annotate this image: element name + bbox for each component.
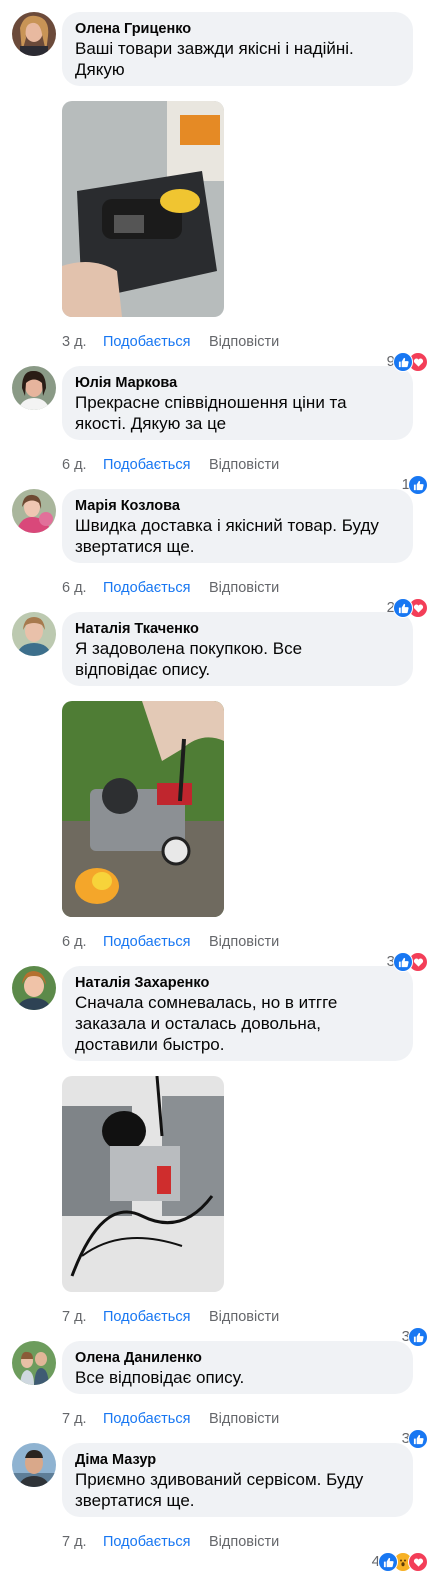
comment-author[interactable]: Олена Даниленко: [75, 1349, 400, 1367]
like-button[interactable]: Подобається: [103, 932, 190, 952]
thumbs-up-icon: [408, 1429, 428, 1449]
comment-actions: 6 д. Подобається Відповісти 3: [62, 932, 428, 972]
reply-button[interactable]: Відповісти: [209, 578, 279, 598]
thumbs-up-icon: [393, 952, 413, 972]
comment-text: Швидка доставка і якісний товар. Буду зв…: [75, 516, 379, 556]
avatar[interactable]: [12, 1341, 56, 1385]
comment-time[interactable]: 7 д.: [62, 1534, 87, 1550]
reply-button[interactable]: Відповісти: [209, 455, 279, 475]
reply-button[interactable]: Відповісти: [209, 932, 279, 952]
comment-time[interactable]: 3 д.: [62, 334, 87, 350]
comment-author[interactable]: Юлія Маркова: [75, 374, 400, 392]
comment-text: Все відповідає опису.: [75, 1368, 245, 1387]
comment-text: Ваші товари завжди якісні і надійні. Дяк…: [75, 39, 354, 79]
comment-actions: 6 д. Подобається Відповісти 2: [62, 578, 428, 618]
comment-time[interactable]: 7 д.: [62, 1411, 87, 1427]
comment-bubble: Юлія Маркова Прекрасне співвідношення ці…: [62, 366, 413, 440]
comment-author[interactable]: Діма Мазур: [75, 1451, 400, 1469]
thumbs-up-icon: [393, 598, 413, 618]
comment-bubble: Діма Мазур Приємно здивований сервісом. …: [62, 1443, 413, 1517]
thumbs-up-icon: [378, 1552, 398, 1572]
like-button[interactable]: Подобається: [103, 455, 190, 475]
reply-button[interactable]: Відповісти: [209, 1409, 279, 1429]
heart-icon: [408, 1552, 428, 1572]
comment-text: Прекрасне співвідношення ціни та якості.…: [75, 393, 347, 433]
comment-actions: 7 д. Подобається Відповісти 3: [62, 1409, 428, 1449]
comment-actions: 7 д. Подобається Відповісти 3: [62, 1307, 428, 1347]
thumbs-up-icon: [393, 352, 413, 372]
comment-photo[interactable]: [62, 1076, 224, 1292]
like-button[interactable]: Подобається: [103, 1409, 190, 1429]
thumbs-up-icon: [408, 1327, 428, 1347]
reply-button[interactable]: Відповісти: [209, 332, 279, 352]
comment-text: Сначала сомневалась, но в итгге заказала…: [75, 993, 338, 1054]
comment-time[interactable]: 6 д.: [62, 934, 87, 950]
comment-actions: 7 д. Подобається Відповісти 4: [62, 1532, 428, 1572]
comment-author[interactable]: Олена Гриценко: [75, 20, 400, 38]
comment-photo[interactable]: [62, 101, 224, 317]
reply-button[interactable]: Відповісти: [209, 1307, 279, 1327]
avatar[interactable]: [12, 1443, 56, 1487]
comment-actions: 6 д. Подобається Відповісти 1: [62, 455, 428, 495]
comment-time[interactable]: 6 д.: [62, 580, 87, 596]
reply-button[interactable]: Відповісти: [209, 1532, 279, 1552]
comment-photo[interactable]: [62, 701, 224, 917]
comment-text: Я задоволена покупкою. Все відповідає оп…: [75, 639, 303, 679]
comment-bubble: Наталія Захаренко Сначала сомневалась, н…: [62, 966, 413, 1061]
avatar[interactable]: [12, 489, 56, 533]
comment-actions: 3 д. Подобається Відповісти 9: [62, 332, 428, 372]
comment-bubble: Олена Даниленко Все відповідає опису.: [62, 1341, 413, 1394]
comment-author[interactable]: Марія Козлова: [75, 497, 400, 515]
comment-time[interactable]: 7 д.: [62, 1309, 87, 1325]
avatar[interactable]: [12, 612, 56, 656]
comment-author[interactable]: Наталія Захаренко: [75, 974, 400, 992]
reactions-summary[interactable]: 4: [372, 1552, 428, 1572]
avatar[interactable]: [12, 366, 56, 410]
like-button[interactable]: Подобається: [103, 1532, 190, 1552]
comment-text: Приємно здивований сервісом. Буду зверта…: [75, 1470, 364, 1510]
comment-time[interactable]: 6 д.: [62, 457, 87, 473]
comment-bubble: Марія Козлова Швидка доставка і якісний …: [62, 489, 413, 563]
avatar[interactable]: [12, 966, 56, 1010]
avatar[interactable]: [12, 12, 56, 56]
like-button[interactable]: Подобається: [103, 1307, 190, 1327]
like-button[interactable]: Подобається: [103, 578, 190, 598]
like-button[interactable]: Подобається: [103, 332, 190, 352]
comment-author[interactable]: Наталія Ткаченко: [75, 620, 400, 638]
comment-bubble: Олена Гриценко Ваші товари завжди якісні…: [62, 12, 413, 86]
thumbs-up-icon: [408, 475, 428, 495]
comment-bubble: Наталія Ткаченко Я задоволена покупкою. …: [62, 612, 413, 686]
